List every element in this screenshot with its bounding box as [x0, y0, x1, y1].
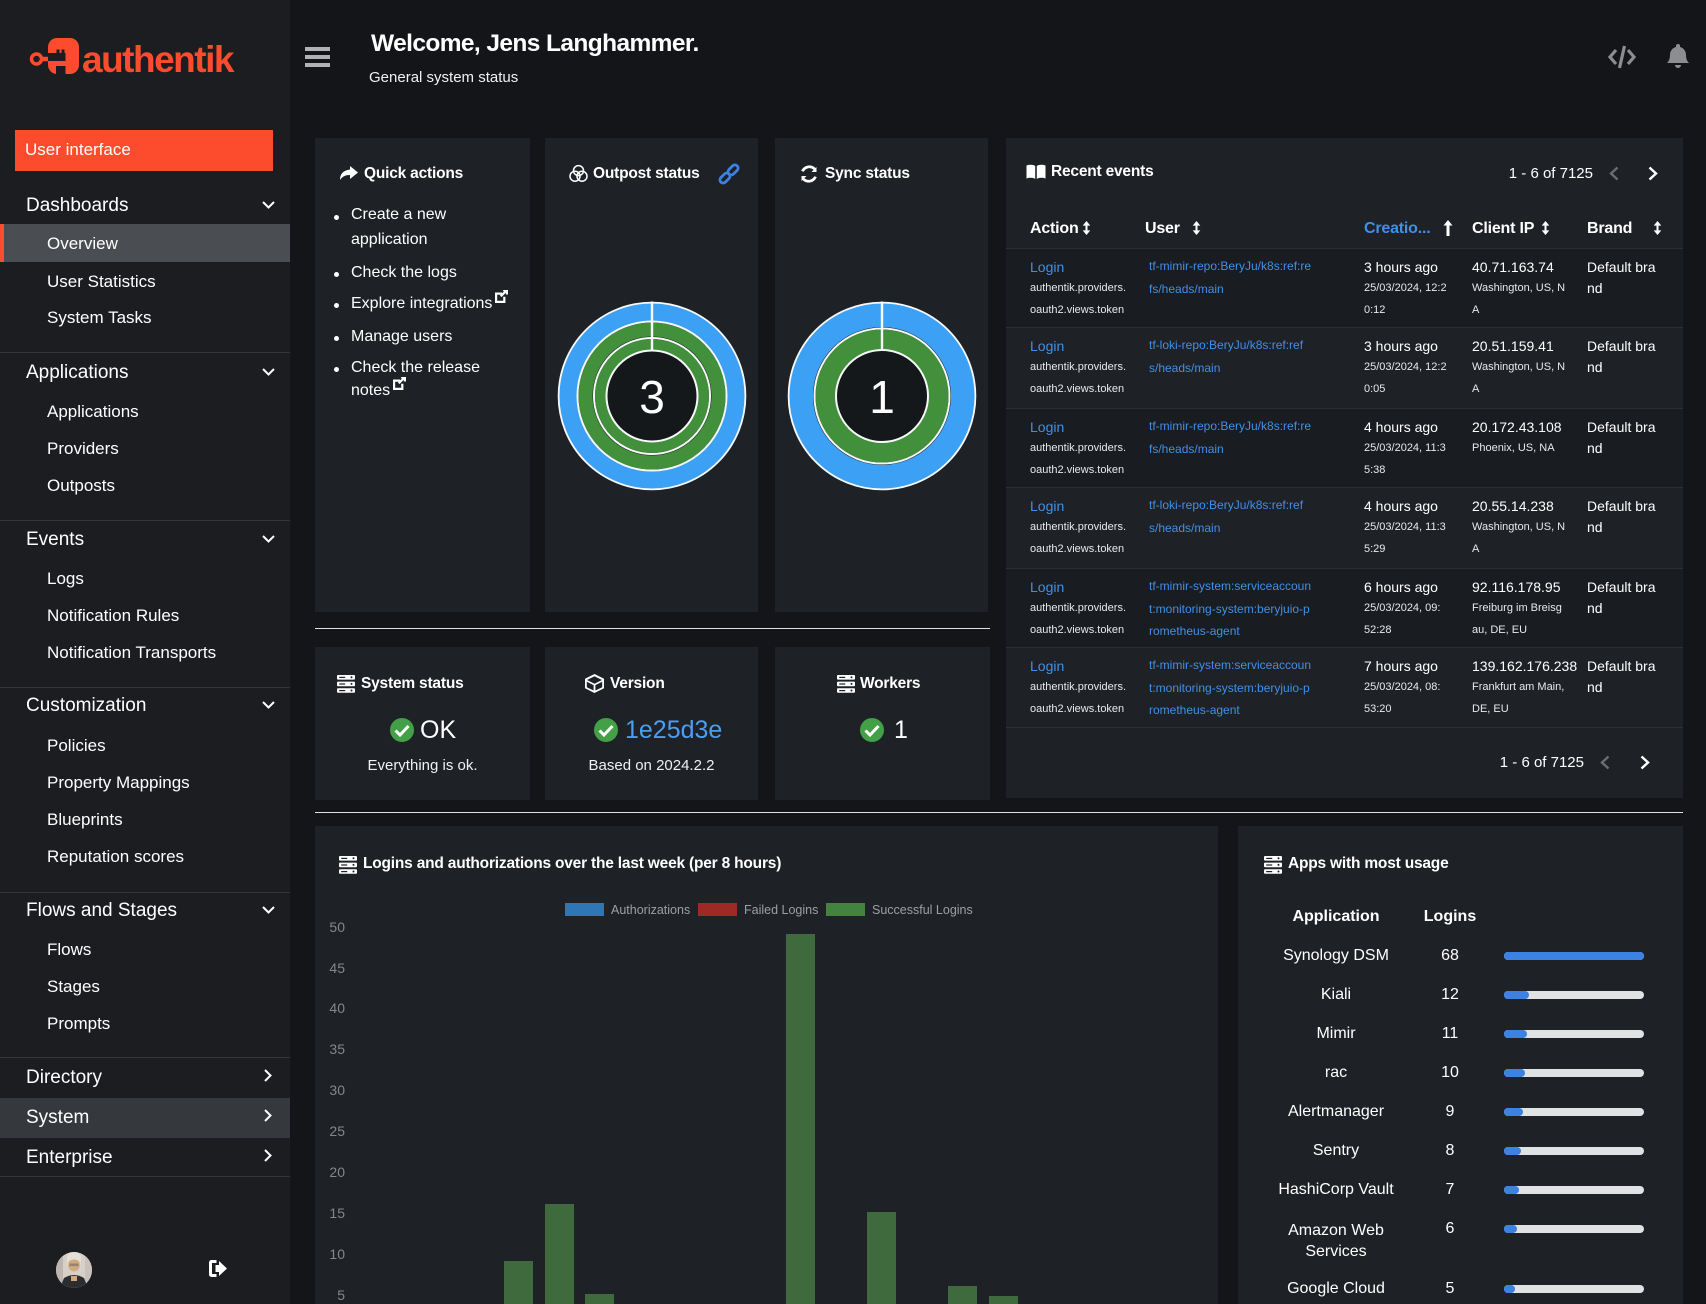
svg-text:1: 1	[869, 371, 895, 423]
svg-text:authentik: authentik	[82, 39, 235, 80]
svg-text:3: 3	[639, 371, 665, 423]
